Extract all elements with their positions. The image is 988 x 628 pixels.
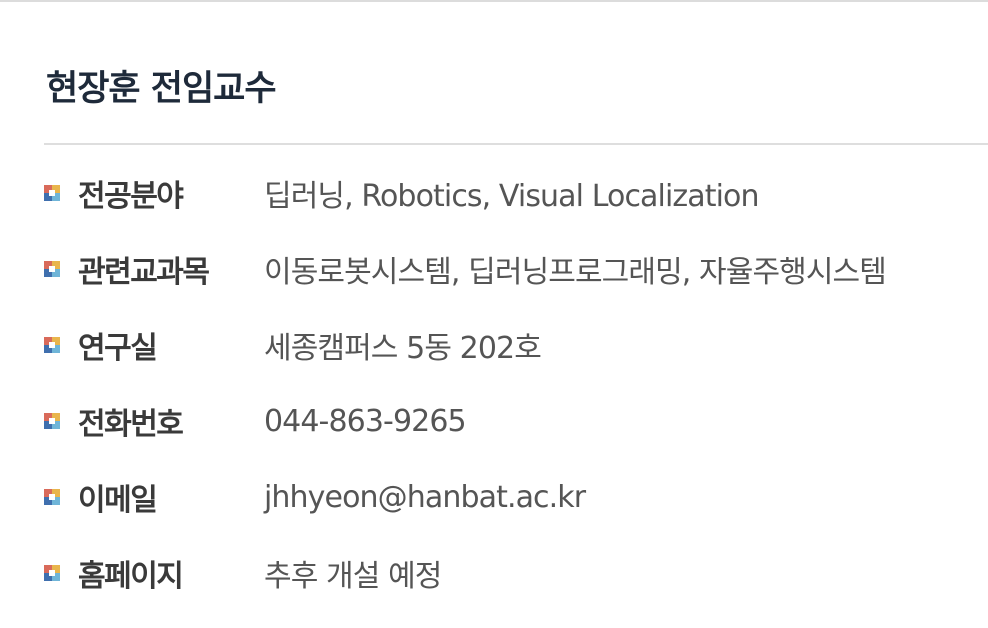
info-label: 전화번호 bbox=[78, 407, 184, 442]
info-list: 전공분야 딥러닝, Robotics, Visual Localization … bbox=[44, 155, 988, 611]
info-value: jhhyeon@hanbat.ac.kr bbox=[264, 479, 586, 515]
info-label: 전공분야 bbox=[78, 179, 184, 214]
info-value: 추후 개설 예정 bbox=[264, 559, 442, 594]
info-row-homepage: 홈페이지 추후 개설 예정 bbox=[44, 535, 988, 611]
info-value: 딥러닝, Robotics, Visual Localization bbox=[264, 179, 760, 214]
info-row-courses: 관련교과목 이동로봇시스템, 딥러닝프로그래밍, 자율주행시스템 bbox=[44, 231, 988, 307]
info-label: 이메일 bbox=[78, 483, 158, 518]
faculty-name-title: 현장훈 전임교수 bbox=[46, 69, 277, 109]
title-divider bbox=[44, 143, 988, 145]
info-row-major: 전공분야 딥러닝, Robotics, Visual Localization bbox=[44, 155, 988, 231]
info-value: 이동로봇시스템, 딥러닝프로그래밍, 자율주행시스템 bbox=[264, 255, 887, 290]
top-divider bbox=[0, 0, 988, 2]
info-label: 연구실 bbox=[78, 331, 158, 366]
info-row-phone: 전화번호 044-863-9265 bbox=[44, 383, 988, 459]
info-label: 홈페이지 bbox=[78, 559, 184, 594]
info-value: 044-863-9265 bbox=[264, 403, 467, 439]
square-bullet-icon bbox=[44, 489, 60, 505]
square-bullet-icon bbox=[44, 185, 60, 201]
square-bullet-icon bbox=[44, 337, 60, 353]
info-row-lab: 연구실 세종캠퍼스 5동 202호 bbox=[44, 307, 988, 383]
square-bullet-icon bbox=[44, 413, 60, 429]
info-value: 세종캠퍼스 5동 202호 bbox=[264, 331, 542, 366]
info-label: 관련교과목 bbox=[78, 255, 210, 290]
square-bullet-icon bbox=[44, 261, 60, 277]
square-bullet-icon bbox=[44, 565, 60, 581]
info-row-email: 이메일 jhhyeon@hanbat.ac.kr bbox=[44, 459, 988, 535]
